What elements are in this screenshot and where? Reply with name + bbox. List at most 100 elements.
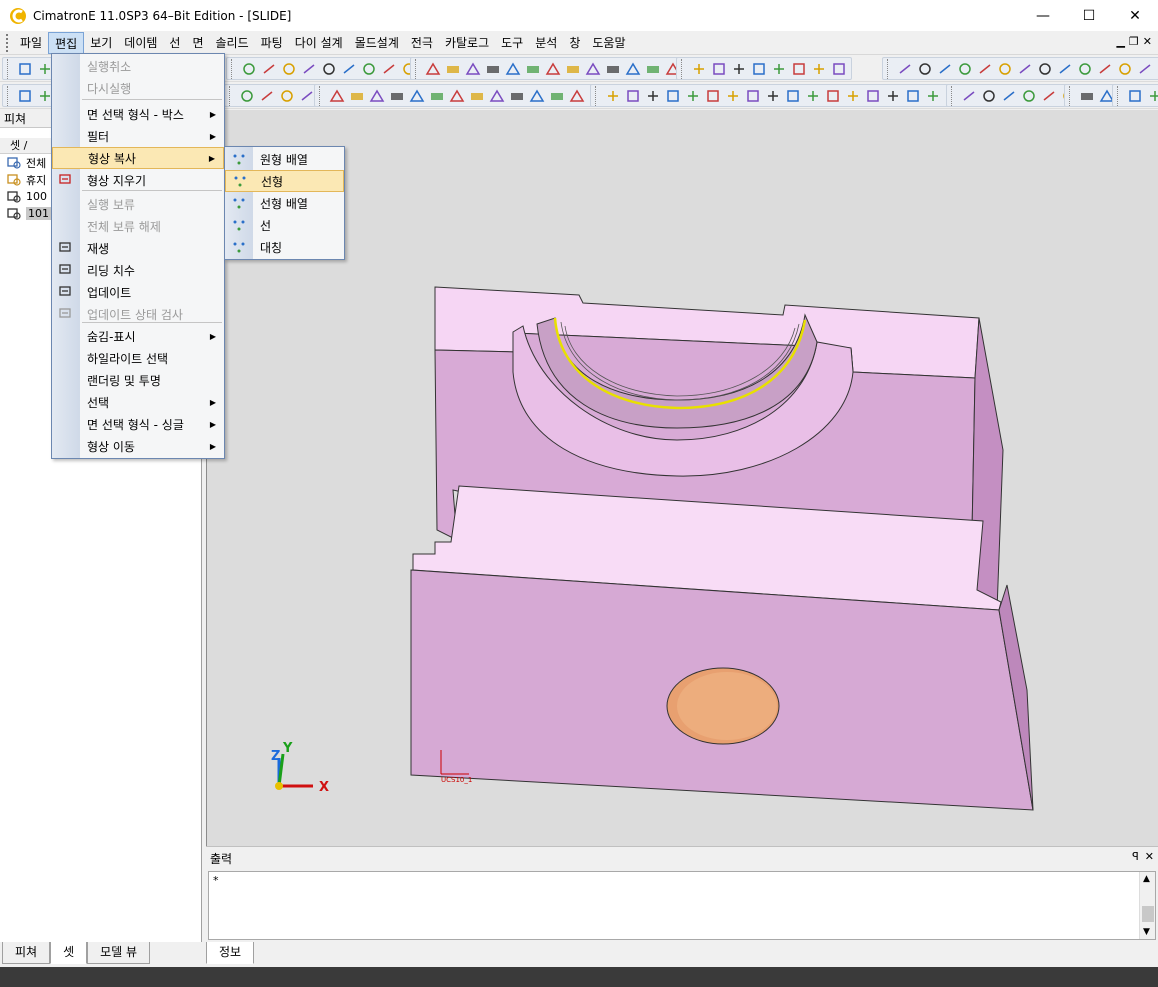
- toolbar-tool-icon[interactable]: [864, 87, 882, 105]
- toolbar-tool-icon[interactable]: [664, 87, 682, 105]
- edit-menu-item[interactable]: 리딩 치수: [52, 259, 224, 281]
- toolbar-tool-icon[interactable]: [710, 60, 728, 78]
- toolbar-tool-icon[interactable]: [1036, 60, 1054, 78]
- toolbar-grip[interactable]: [887, 58, 893, 79]
- edit-menu-item[interactable]: 면 선택 형식 - 싱글 ▶: [52, 413, 224, 435]
- toolbar-tool-icon[interactable]: [424, 60, 442, 78]
- menu-10[interactable]: 전극: [405, 32, 439, 54]
- toolbar-tool-icon[interactable]: [744, 87, 762, 105]
- toolbar-tool-icon[interactable]: [790, 60, 808, 78]
- toolbar-tool-icon[interactable]: [1116, 60, 1134, 78]
- toolbar-grip[interactable]: [951, 85, 957, 106]
- scroll-down-icon[interactable]: ▼: [1143, 927, 1150, 937]
- toolbar-tool-icon[interactable]: [528, 87, 546, 105]
- edit-menu-item[interactable]: 다시실행: [52, 77, 224, 99]
- toolbar-tool-icon[interactable]: [328, 87, 346, 105]
- maximize-button[interactable]: ☐: [1066, 0, 1112, 31]
- menu-11[interactable]: 카탈로그: [439, 32, 495, 54]
- toolbar-tool-icon[interactable]: [960, 87, 978, 105]
- toolbar-tool-icon[interactable]: [704, 87, 722, 105]
- toolbar-tool-icon[interactable]: [770, 60, 788, 78]
- copy-submenu-item[interactable]: 원형 배열: [225, 148, 344, 170]
- toolbar-tool-icon[interactable]: [976, 60, 994, 78]
- toolbar-tool-icon[interactable]: [690, 60, 708, 78]
- toolbar-grip[interactable]: [1117, 85, 1123, 106]
- toolbar-tool-icon[interactable]: [408, 87, 426, 105]
- toolbar-tool-icon[interactable]: [916, 60, 934, 78]
- toolbar-tool-icon[interactable]: [584, 60, 602, 78]
- toolbar-tool-icon[interactable]: [320, 60, 338, 78]
- menu-7[interactable]: 파팅: [255, 32, 289, 54]
- toolbar-tool-icon[interactable]: [428, 87, 446, 105]
- toolbar-tool-icon[interactable]: [884, 87, 902, 105]
- toolbar-tool-icon[interactable]: [1056, 60, 1074, 78]
- toolbar-tool-icon[interactable]: [524, 60, 542, 78]
- edit-menu-item[interactable]: 형상 지우기: [52, 169, 224, 191]
- toolbar-tool-icon[interactable]: [564, 60, 582, 78]
- toolbar-tool-icon[interactable]: [996, 60, 1014, 78]
- toolbar-tool-icon[interactable]: [280, 60, 298, 78]
- toolbar-tool-icon[interactable]: [1126, 87, 1144, 105]
- toolbar-tool-icon[interactable]: [1096, 60, 1114, 78]
- toolbar-tool-icon[interactable]: [1016, 60, 1034, 78]
- toolbar-tool-icon[interactable]: [468, 87, 486, 105]
- toolbar-tool-icon[interactable]: [368, 87, 386, 105]
- toolbar-tool-icon[interactable]: [904, 87, 922, 105]
- toolbar-tool-icon[interactable]: [260, 60, 278, 78]
- toolbar-tool-icon[interactable]: [1078, 87, 1096, 105]
- toolbar-tool-icon[interactable]: [764, 87, 782, 105]
- menu-1[interactable]: 편집: [48, 31, 85, 54]
- toolbar-tool-icon[interactable]: [624, 87, 642, 105]
- toolbar-grip[interactable]: [595, 85, 601, 106]
- toolbar-grip[interactable]: [319, 85, 325, 106]
- edit-menu-item[interactable]: 랜더링 및 투명: [52, 369, 224, 391]
- toolbar-grip[interactable]: [681, 58, 687, 79]
- menu-14[interactable]: 창: [563, 32, 586, 54]
- menu-6[interactable]: 솔리드: [210, 32, 255, 54]
- copy-submenu-item[interactable]: 대칭: [225, 236, 344, 258]
- toolbar-tool-icon[interactable]: [1136, 60, 1154, 78]
- edit-menu-item[interactable]: 필터 ▶: [52, 125, 224, 147]
- scroll-up-icon[interactable]: ▲: [1143, 874, 1150, 884]
- toolbar-tool-icon[interactable]: [488, 87, 506, 105]
- menu-5[interactable]: 면: [186, 32, 209, 54]
- menu-13[interactable]: 분석: [529, 32, 563, 54]
- mdi-controls[interactable]: ▁ ❐ ✕: [1116, 35, 1152, 48]
- 3d-viewport[interactable]: UCS10_1 Z Y X: [206, 110, 1158, 846]
- scroll-thumb[interactable]: [1142, 906, 1154, 922]
- toolbar-tool-icon[interactable]: [380, 60, 398, 78]
- edit-menu-item[interactable]: 하일라이트 선택: [52, 347, 224, 369]
- menu-3[interactable]: 데이템: [118, 32, 163, 54]
- toolbar-tool-icon[interactable]: [360, 60, 378, 78]
- toolbar-tool-icon[interactable]: [896, 60, 914, 78]
- toolbar-tool-icon[interactable]: [1146, 87, 1158, 105]
- toolbar-tool-icon[interactable]: [1020, 87, 1038, 105]
- toolbar-tool-icon[interactable]: [624, 60, 642, 78]
- toolbar-grip[interactable]: [7, 58, 13, 79]
- toolbar-grip[interactable]: [7, 85, 13, 106]
- toolbar-tool-icon[interactable]: [936, 60, 954, 78]
- menu-15[interactable]: 도움말: [586, 32, 631, 54]
- edit-menu-item[interactable]: 실행취소: [52, 55, 224, 77]
- menu-12[interactable]: 도구: [495, 32, 529, 54]
- tab-info[interactable]: 정보: [206, 942, 255, 964]
- mdi-minimize-icon[interactable]: ▁: [1116, 35, 1124, 48]
- copy-submenu-item[interactable]: 선: [225, 214, 344, 236]
- edit-menu-item[interactable]: 형상 이동 ▶: [52, 435, 224, 457]
- toolbar-tool-icon[interactable]: [300, 60, 318, 78]
- menu-4[interactable]: 선: [163, 32, 186, 54]
- minimize-button[interactable]: —: [1020, 0, 1066, 31]
- toolbar-tool-icon[interactable]: [348, 87, 366, 105]
- toolbar-tool-icon[interactable]: [504, 60, 522, 78]
- output-scrollbar[interactable]: ▲ ▼: [1139, 872, 1155, 939]
- mdi-restore-icon[interactable]: ❐: [1129, 35, 1139, 48]
- toolbar-tool-icon[interactable]: [1040, 87, 1058, 105]
- toolbar-tool-icon[interactable]: [1076, 60, 1094, 78]
- edit-menu-item[interactable]: 전체 보류 해제: [52, 215, 224, 237]
- copy-submenu-item[interactable]: 선형: [225, 170, 344, 192]
- toolbar-grip[interactable]: [229, 85, 235, 106]
- mdi-close-icon[interactable]: ✕: [1143, 35, 1152, 48]
- toolbar-tool-icon[interactable]: [508, 87, 526, 105]
- edit-menu-item[interactable]: 선택 ▶: [52, 391, 224, 413]
- left-tab-2[interactable]: 모델 뷰: [87, 942, 151, 964]
